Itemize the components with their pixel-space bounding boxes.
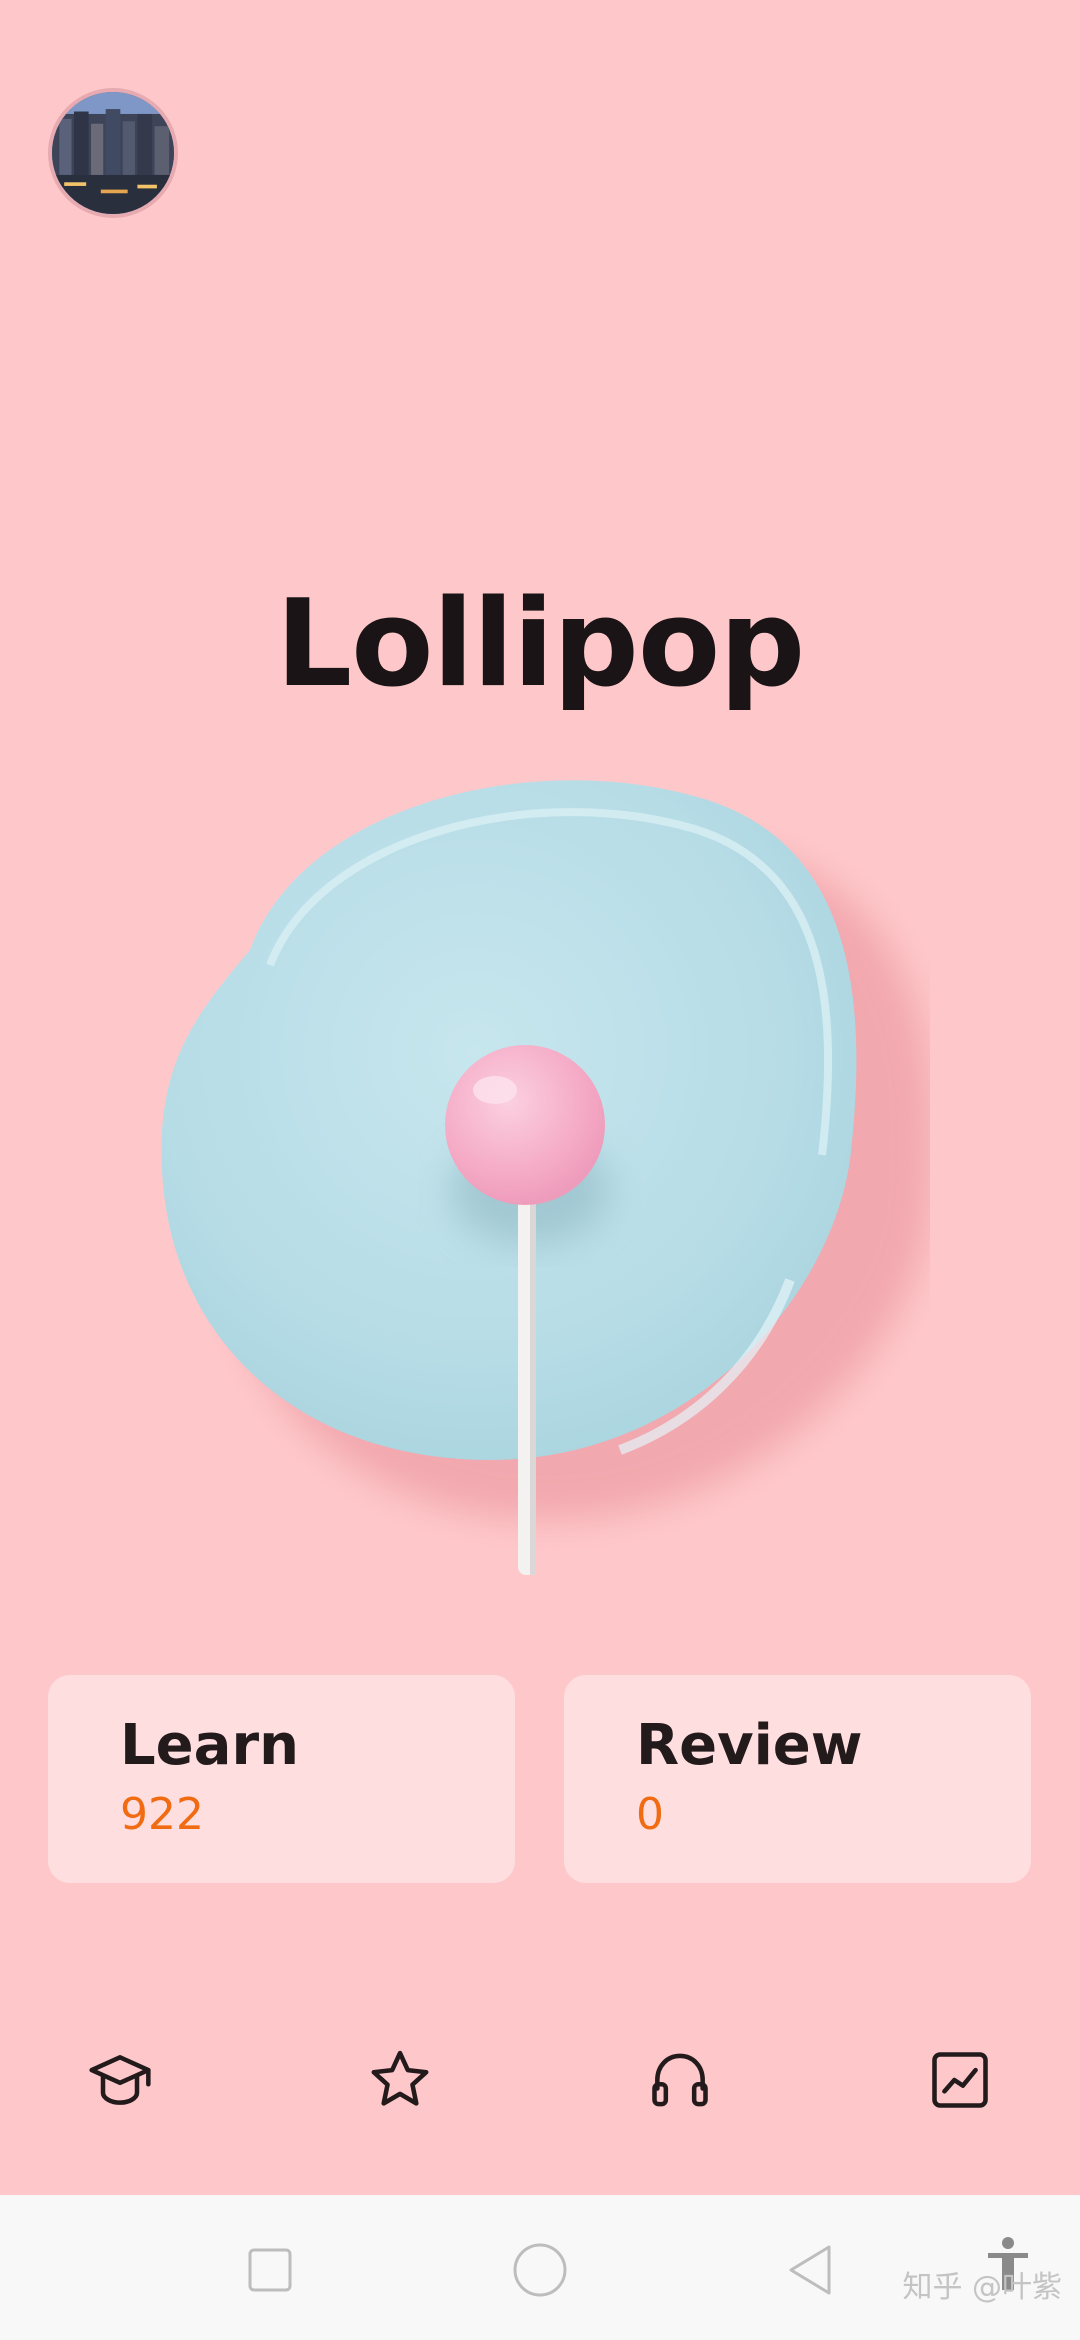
avatar[interactable] bbox=[48, 88, 178, 218]
home-circle-icon bbox=[513, 2243, 567, 2297]
headphones-icon bbox=[652, 2053, 708, 2107]
avatar-image bbox=[52, 92, 174, 214]
recents-button[interactable] bbox=[235, 2235, 305, 2305]
home-button[interactable] bbox=[505, 2235, 575, 2305]
back-button[interactable] bbox=[775, 2235, 845, 2305]
nav-listen-button[interactable] bbox=[635, 2035, 725, 2125]
back-triangle-icon bbox=[789, 2245, 831, 2295]
star-icon bbox=[371, 2050, 429, 2106]
nav-favorites-button[interactable] bbox=[355, 2035, 445, 2125]
page-title: Lollipop bbox=[275, 575, 806, 714]
nav-learn-button[interactable] bbox=[75, 2035, 165, 2125]
review-label: Review bbox=[636, 1713, 863, 1778]
chart-icon bbox=[932, 2052, 988, 2108]
learn-label: Learn bbox=[120, 1713, 299, 1778]
learn-card[interactable]: Learn 922 bbox=[48, 1675, 515, 1883]
watermark-text: 知乎 @叶紫 bbox=[902, 2270, 1062, 2305]
bottom-nav bbox=[0, 2020, 1080, 2140]
hero-image bbox=[150, 760, 935, 1590]
nav-stats-button[interactable] bbox=[915, 2035, 1005, 2125]
graduation-cap-icon bbox=[89, 2055, 151, 2105]
recents-square-icon bbox=[248, 2248, 292, 2292]
review-card[interactable]: Review 0 bbox=[564, 1675, 1031, 1883]
review-count: 0 bbox=[636, 1789, 664, 1840]
learn-count: 922 bbox=[120, 1789, 204, 1840]
